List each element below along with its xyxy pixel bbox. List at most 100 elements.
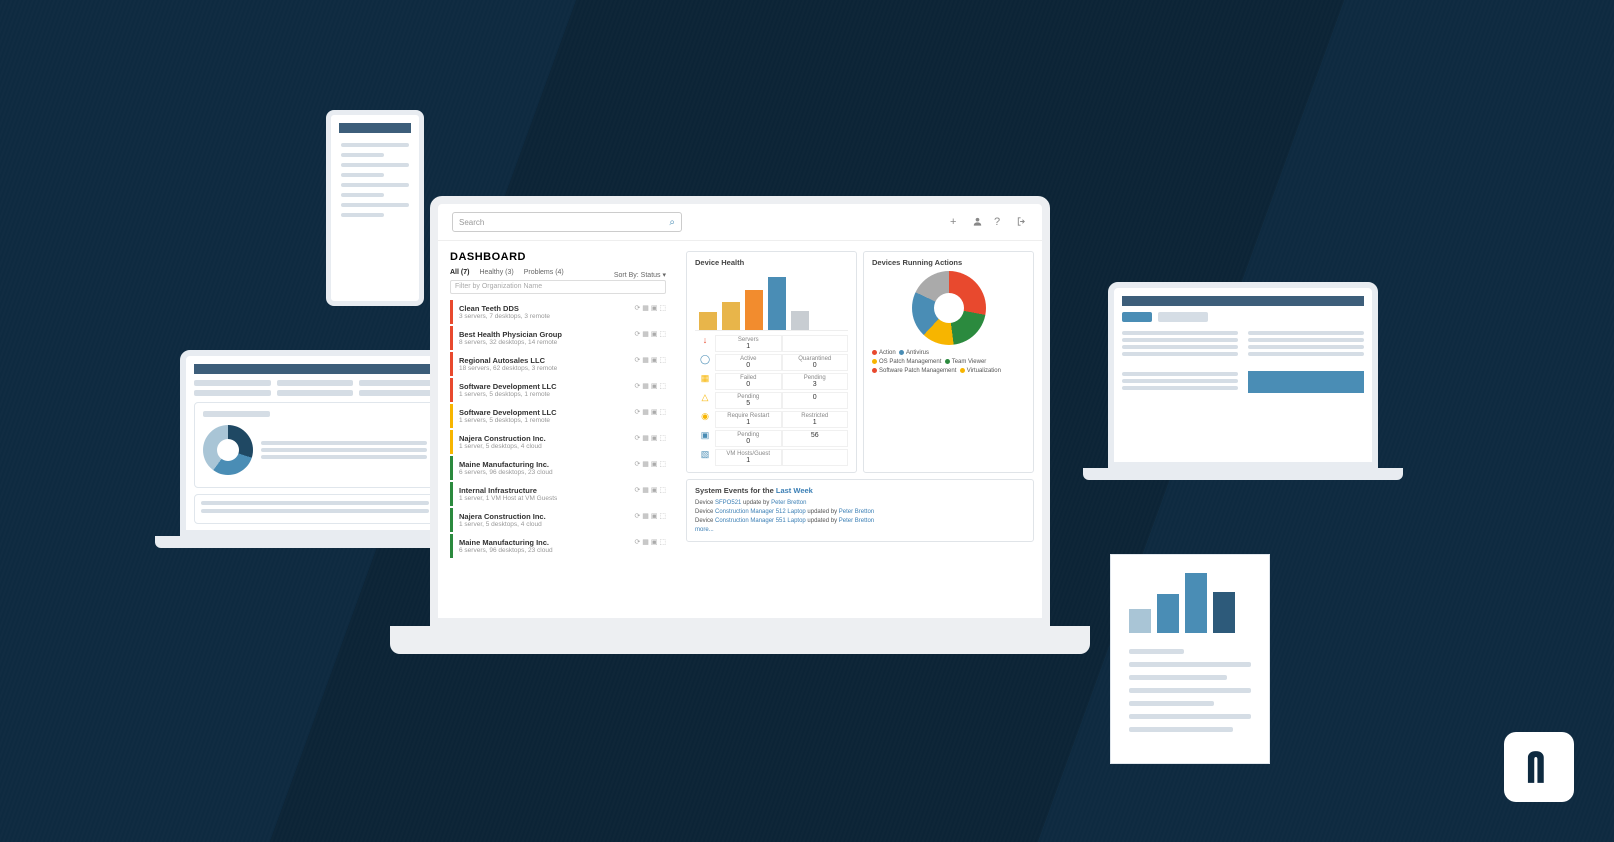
mini-button [1248,371,1364,393]
org-name: Software Development LLC [459,408,634,417]
stat-icon: ◉ [695,411,715,428]
org-name: Regional Autosales LLC [459,356,634,365]
brand-logo [1504,732,1574,802]
phone-line [341,183,409,187]
stat-cell: VM Hosts/Guest1 [715,449,782,466]
stat-icon: ▦ [695,373,715,390]
stat-cell: Failed0 [715,373,782,390]
org-action-icons[interactable]: ⟳ ▦ ▣ ⬚ [634,460,666,468]
org-sub: 8 servers, 32 desktops, 14 remote [459,339,634,346]
running-actions-card: Devices Running Actions Action Antivirus… [863,251,1034,473]
org-action-icons[interactable]: ⟳ ▦ ▣ ⬚ [634,538,666,546]
event-link[interactable]: SFPO521 [715,500,741,506]
device-health-bars [695,271,848,331]
org-name: Internal Infrastructure [459,486,634,495]
event-user-link[interactable]: Peter Bretton [771,500,806,506]
help-icon[interactable]: ? [994,216,1006,228]
org-action-icons[interactable]: ⟳ ▦ ▣ ⬚ [634,434,666,442]
organizations-pane: DASHBOARD All (7) Healthy (3) Problems (… [438,241,678,618]
org-action-icons[interactable]: ⟳ ▦ ▣ ⬚ [634,408,666,416]
org-row[interactable]: Clean Teeth DDS3 servers, 7 desktops, 3 … [450,300,666,324]
main-laptop: Search ⌕ + ? DASHBOARD All (7) Healthy (… [430,196,1090,654]
bar [1213,592,1235,633]
bar [1129,609,1151,633]
org-action-icons[interactable]: ⟳ ▦ ▣ ⬚ [634,486,666,494]
phone-line [341,203,409,207]
org-sub: 1 servers, 5 desktops, 1 remote [459,391,634,398]
stat-cell: Quarantined0 [782,354,849,371]
org-row[interactable]: Software Development LLC1 servers, 5 des… [450,378,666,402]
org-name: Best Health Physician Group [459,330,634,339]
org-row[interactable]: Maine Manufacturing Inc.6 servers, 96 de… [450,534,666,558]
org-row[interactable]: Maine Manufacturing Inc.6 servers, 96 de… [450,456,666,480]
org-row[interactable]: Najera Construction Inc.1 server, 5 desk… [450,430,666,454]
bar [699,312,717,330]
search-icon[interactable]: ⌕ [669,217,675,228]
bar [768,277,786,330]
org-action-icons[interactable]: ⟳ ▦ ▣ ⬚ [634,356,666,364]
org-row[interactable]: Internal Infrastructure1 server, 1 VM Ho… [450,482,666,506]
org-sub: 6 servers, 96 desktops, 23 cloud [459,547,634,554]
more-link[interactable]: more... [695,526,1025,535]
phone-header [339,123,411,133]
org-row[interactable]: Best Health Physician Group8 servers, 32… [450,326,666,350]
system-events-card: System Events for the Last Week Device S… [686,479,1034,542]
stat-cell: Pending5 [715,392,782,409]
actions-donut-chart [912,271,986,345]
stat-cell: Pending3 [782,373,849,390]
tab-healthy[interactable]: Healthy (3) [479,269,513,276]
org-name: Maine Manufacturing Inc. [459,460,634,469]
org-sub: 1 server, 5 desktops, 4 cloud [459,521,634,528]
sort-dropdown[interactable]: Sort By: Status ▾ [614,271,666,279]
phone-line [341,193,384,197]
logout-icon[interactable] [1016,216,1028,228]
org-row[interactable]: Software Development LLC1 servers, 5 des… [450,404,666,428]
card-title: Device Health [695,258,848,267]
phone-mockup [326,110,424,306]
org-action-icons[interactable]: ⟳ ▦ ▣ ⬚ [634,330,666,338]
org-action-icons[interactable]: ⟳ ▦ ▣ ⬚ [634,304,666,312]
user-icon[interactable] [972,216,984,228]
org-name: Najera Construction Inc. [459,434,634,443]
stat-icon: ◯ [695,354,715,371]
small-laptop-right [1108,282,1403,480]
bar [722,302,740,330]
stat-cell: 56 [782,430,849,447]
tab-problems[interactable]: Problems (4) [524,269,564,276]
bar [745,290,763,330]
device-health-card: Device Health ↓Servers1◯Active0Quarantin… [686,251,857,473]
event-user-link[interactable]: Peter Bretton [839,518,874,524]
status-tabs: All (7) Healthy (3) Problems (4) [450,269,564,276]
org-sub: 6 servers, 96 desktops, 23 cloud [459,469,634,476]
filter-input[interactable]: Filter by Organization Name [450,280,666,294]
search-input[interactable]: Search ⌕ [452,212,682,232]
phone-line [341,213,384,217]
event-link[interactable]: Construction Manager 512 Laptop [715,509,806,515]
org-name: Najera Construction Inc. [459,512,634,521]
bar [1157,594,1179,633]
stat-cell: Require Restart1 [715,411,782,428]
doc-bar-chart [1129,573,1251,633]
org-name: Clean Teeth DDS [459,304,634,313]
card-title: System Events for the Last Week [695,486,1025,495]
mini-header [194,364,436,374]
org-row[interactable]: Najera Construction Inc.1 server, 5 desk… [450,508,666,532]
page-title: DASHBOARD [450,251,666,263]
org-sub: 18 servers, 62 desktops, 3 remote [459,365,634,372]
org-row[interactable]: Regional Autosales LLC18 servers, 62 des… [450,352,666,376]
top-bar: Search ⌕ + ? [438,204,1042,241]
card-title: Devices Running Actions [872,258,1025,267]
stat-icon: ▣ [695,430,715,447]
chart-legend: Action Antivirus OS Patch Management Tea… [872,349,1025,376]
org-action-icons[interactable]: ⟳ ▦ ▣ ⬚ [634,382,666,390]
add-icon[interactable]: + [950,216,962,228]
org-action-icons[interactable]: ⟳ ▦ ▣ ⬚ [634,512,666,520]
tab-all[interactable]: All (7) [450,269,469,276]
period-link[interactable]: Last Week [776,486,813,495]
bar [1185,573,1207,633]
phone-line [341,163,409,167]
event-link[interactable]: Construction Manager 551 Laptop [715,518,806,524]
event-user-link[interactable]: Peter Bretton [839,509,874,515]
event-row: Device SFPO521 update by Peter Bretton [695,499,1025,508]
phone-line [341,143,409,147]
